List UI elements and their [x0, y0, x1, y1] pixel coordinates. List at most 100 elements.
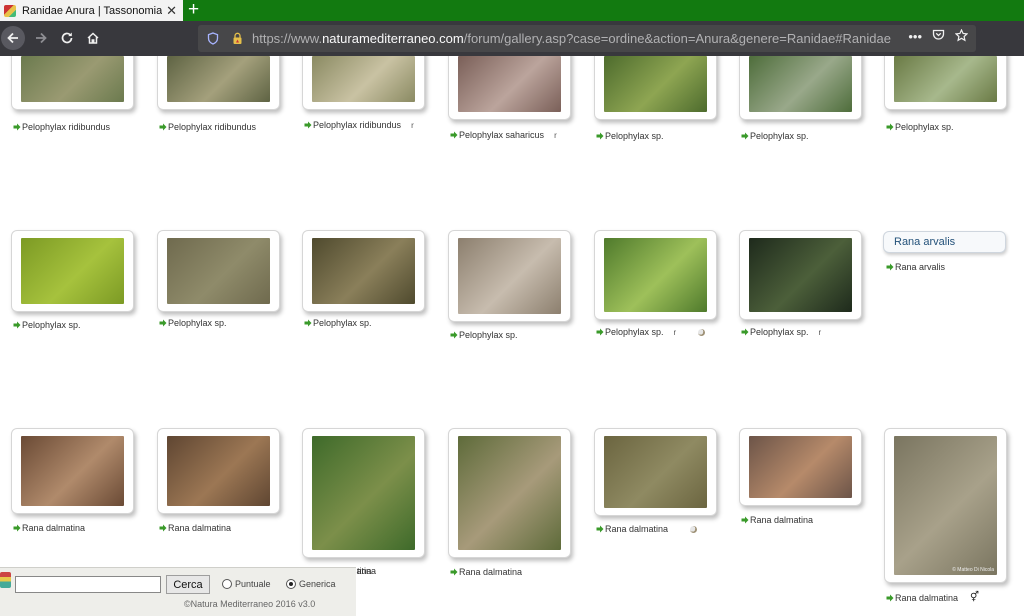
photo-card[interactable]	[11, 230, 134, 312]
pocket-icon[interactable]	[932, 29, 945, 45]
frog-photo[interactable]	[312, 56, 415, 102]
frog-photo[interactable]	[312, 238, 415, 304]
gender-icon: ⚥	[970, 592, 980, 603]
frog-photo[interactable]	[167, 238, 270, 304]
green-arrow-icon	[596, 525, 604, 533]
close-icon[interactable]: ✕	[166, 3, 177, 19]
frog-photo[interactable]	[749, 436, 852, 498]
photo-caption: Rana dalmatina	[450, 567, 522, 577]
species-name-link[interactable]: Pelophylax sp.	[605, 327, 664, 337]
shield-icon[interactable]	[206, 32, 220, 46]
forward-icon[interactable]	[30, 27, 52, 49]
photo-card[interactable]	[157, 428, 280, 514]
green-arrow-icon	[450, 568, 458, 576]
url-text[interactable]: https://www.naturamediterraneo.com/forum…	[252, 31, 891, 46]
radio-puntuale-indicator[interactable]	[222, 579, 232, 589]
radio-generica[interactable]: Generica	[286, 579, 336, 589]
reload-icon[interactable]	[56, 27, 78, 49]
frog-photo[interactable]	[21, 56, 124, 102]
species-name-link[interactable]: Rana arvalis	[895, 262, 945, 272]
photo-caption: Pelophylax sp.	[596, 131, 664, 141]
frog-photo[interactable]	[458, 56, 561, 112]
bookmark-star-icon[interactable]	[954, 28, 969, 45]
frog-photo[interactable]	[167, 436, 270, 506]
photo-card[interactable]	[594, 230, 717, 320]
species-name-link[interactable]: Pelophylax sp.	[750, 327, 809, 337]
browser-tab[interactable]: Ranidae Anura | Tassonomia Ra ✕	[0, 0, 183, 21]
genus-link-rana-arvalis[interactable]: Rana arvalis	[883, 231, 1006, 253]
frog-photo[interactable]	[21, 436, 124, 506]
species-name-link[interactable]: Pelophylax sp.	[168, 318, 227, 328]
photo-card[interactable]	[11, 56, 134, 110]
species-name-link[interactable]: Rana dalmatina	[459, 567, 522, 577]
green-arrow-icon	[304, 319, 312, 327]
species-name-link[interactable]: Pelophylax sp.	[605, 131, 664, 141]
lock-icon[interactable]	[230, 32, 244, 46]
photo-card[interactable]	[448, 428, 571, 558]
species-name-link[interactable]: Pelophylax ridibundus	[313, 120, 401, 130]
frog-photo[interactable]	[604, 56, 707, 112]
url-bar[interactable]: https://www.naturamediterraneo.com/forum…	[198, 25, 976, 52]
photo-card[interactable]	[594, 428, 717, 516]
photo-credit: © Matteo Di Nicola	[952, 567, 994, 573]
photo-card[interactable]	[11, 428, 134, 514]
frog-photo[interactable]	[749, 238, 852, 312]
species-name-link[interactable]: Pelophylax sp.	[22, 320, 81, 330]
search-button[interactable]: Cerca	[166, 575, 210, 594]
photo-card[interactable]	[157, 230, 280, 312]
photo-card[interactable]: © Matteo Di Nicola	[884, 428, 1007, 583]
frog-photo[interactable]	[458, 436, 561, 550]
back-icon[interactable]	[1, 26, 25, 50]
green-arrow-icon	[886, 263, 894, 271]
photo-card[interactable]	[739, 56, 862, 120]
species-name-link[interactable]: Rana dalmatina	[168, 523, 231, 533]
frog-photo[interactable]	[604, 238, 707, 312]
plus-icon[interactable]: +	[188, 0, 199, 20]
species-name-link[interactable]: Pelophylax sp.	[459, 330, 518, 340]
photo-card[interactable]	[739, 230, 862, 320]
frog-photo[interactable]	[21, 238, 124, 304]
species-name-link[interactable]: Rana dalmatina	[22, 523, 85, 533]
photo-card[interactable]	[448, 230, 571, 322]
species-name-link[interactable]: Pelophylax sp.	[750, 131, 809, 141]
photo-caption: Pelophylax sp.	[13, 320, 81, 330]
photo-card[interactable]	[302, 428, 425, 558]
frog-photo[interactable]	[167, 56, 270, 102]
frog-photo[interactable]	[749, 56, 852, 112]
species-name-link[interactable]: Rana dalmatina	[605, 524, 668, 534]
photo-caption: Rana dalmatina	[596, 524, 698, 534]
frog-photo[interactable]	[894, 56, 997, 102]
photo-card[interactable]	[302, 230, 425, 312]
species-name-link[interactable]: Pelophylax saharicus	[459, 130, 544, 140]
photo-card[interactable]	[302, 56, 425, 110]
species-name-link[interactable]: Pelophylax sp.	[895, 122, 954, 132]
species-name-link[interactable]: Rana dalmatina	[750, 515, 813, 525]
green-arrow-icon	[741, 328, 749, 336]
photo-card[interactable]	[739, 428, 862, 506]
species-name-link[interactable]: Rana dalmatina	[895, 593, 958, 603]
photo-card[interactable]	[884, 56, 1007, 110]
green-arrow-icon	[596, 132, 604, 140]
caption-extra: r	[411, 120, 414, 130]
photo-caption: Rana dalmatina ⚥	[886, 592, 979, 603]
green-arrow-icon	[13, 524, 21, 532]
more-icon[interactable]: •••	[908, 29, 922, 45]
frog-photo[interactable]	[458, 238, 561, 314]
species-name-link[interactable]: Pelophylax ridibundus	[168, 122, 256, 132]
species-name-link[interactable]: Pelophylax sp.	[313, 318, 372, 328]
frog-photo[interactable]	[604, 436, 707, 508]
photo-caption: Pelophylax sp.	[741, 131, 809, 141]
green-arrow-icon	[159, 123, 167, 131]
species-name-link[interactable]: Pelophylax ridibundus	[22, 122, 110, 132]
home-icon[interactable]	[82, 27, 104, 49]
frog-photo[interactable]	[894, 436, 997, 575]
frog-photo[interactable]	[312, 436, 415, 550]
photo-card[interactable]	[157, 56, 280, 110]
photo-card[interactable]	[448, 56, 571, 120]
radio-generica-indicator[interactable]	[286, 579, 296, 589]
photo-card[interactable]	[594, 56, 717, 120]
radio-puntuale[interactable]: Puntuale	[222, 579, 271, 589]
copyright-text: ©Natura Mediterraneo 2016 v3.0	[184, 599, 316, 609]
moon-phase-icon	[690, 525, 698, 533]
search-input[interactable]	[15, 576, 161, 593]
